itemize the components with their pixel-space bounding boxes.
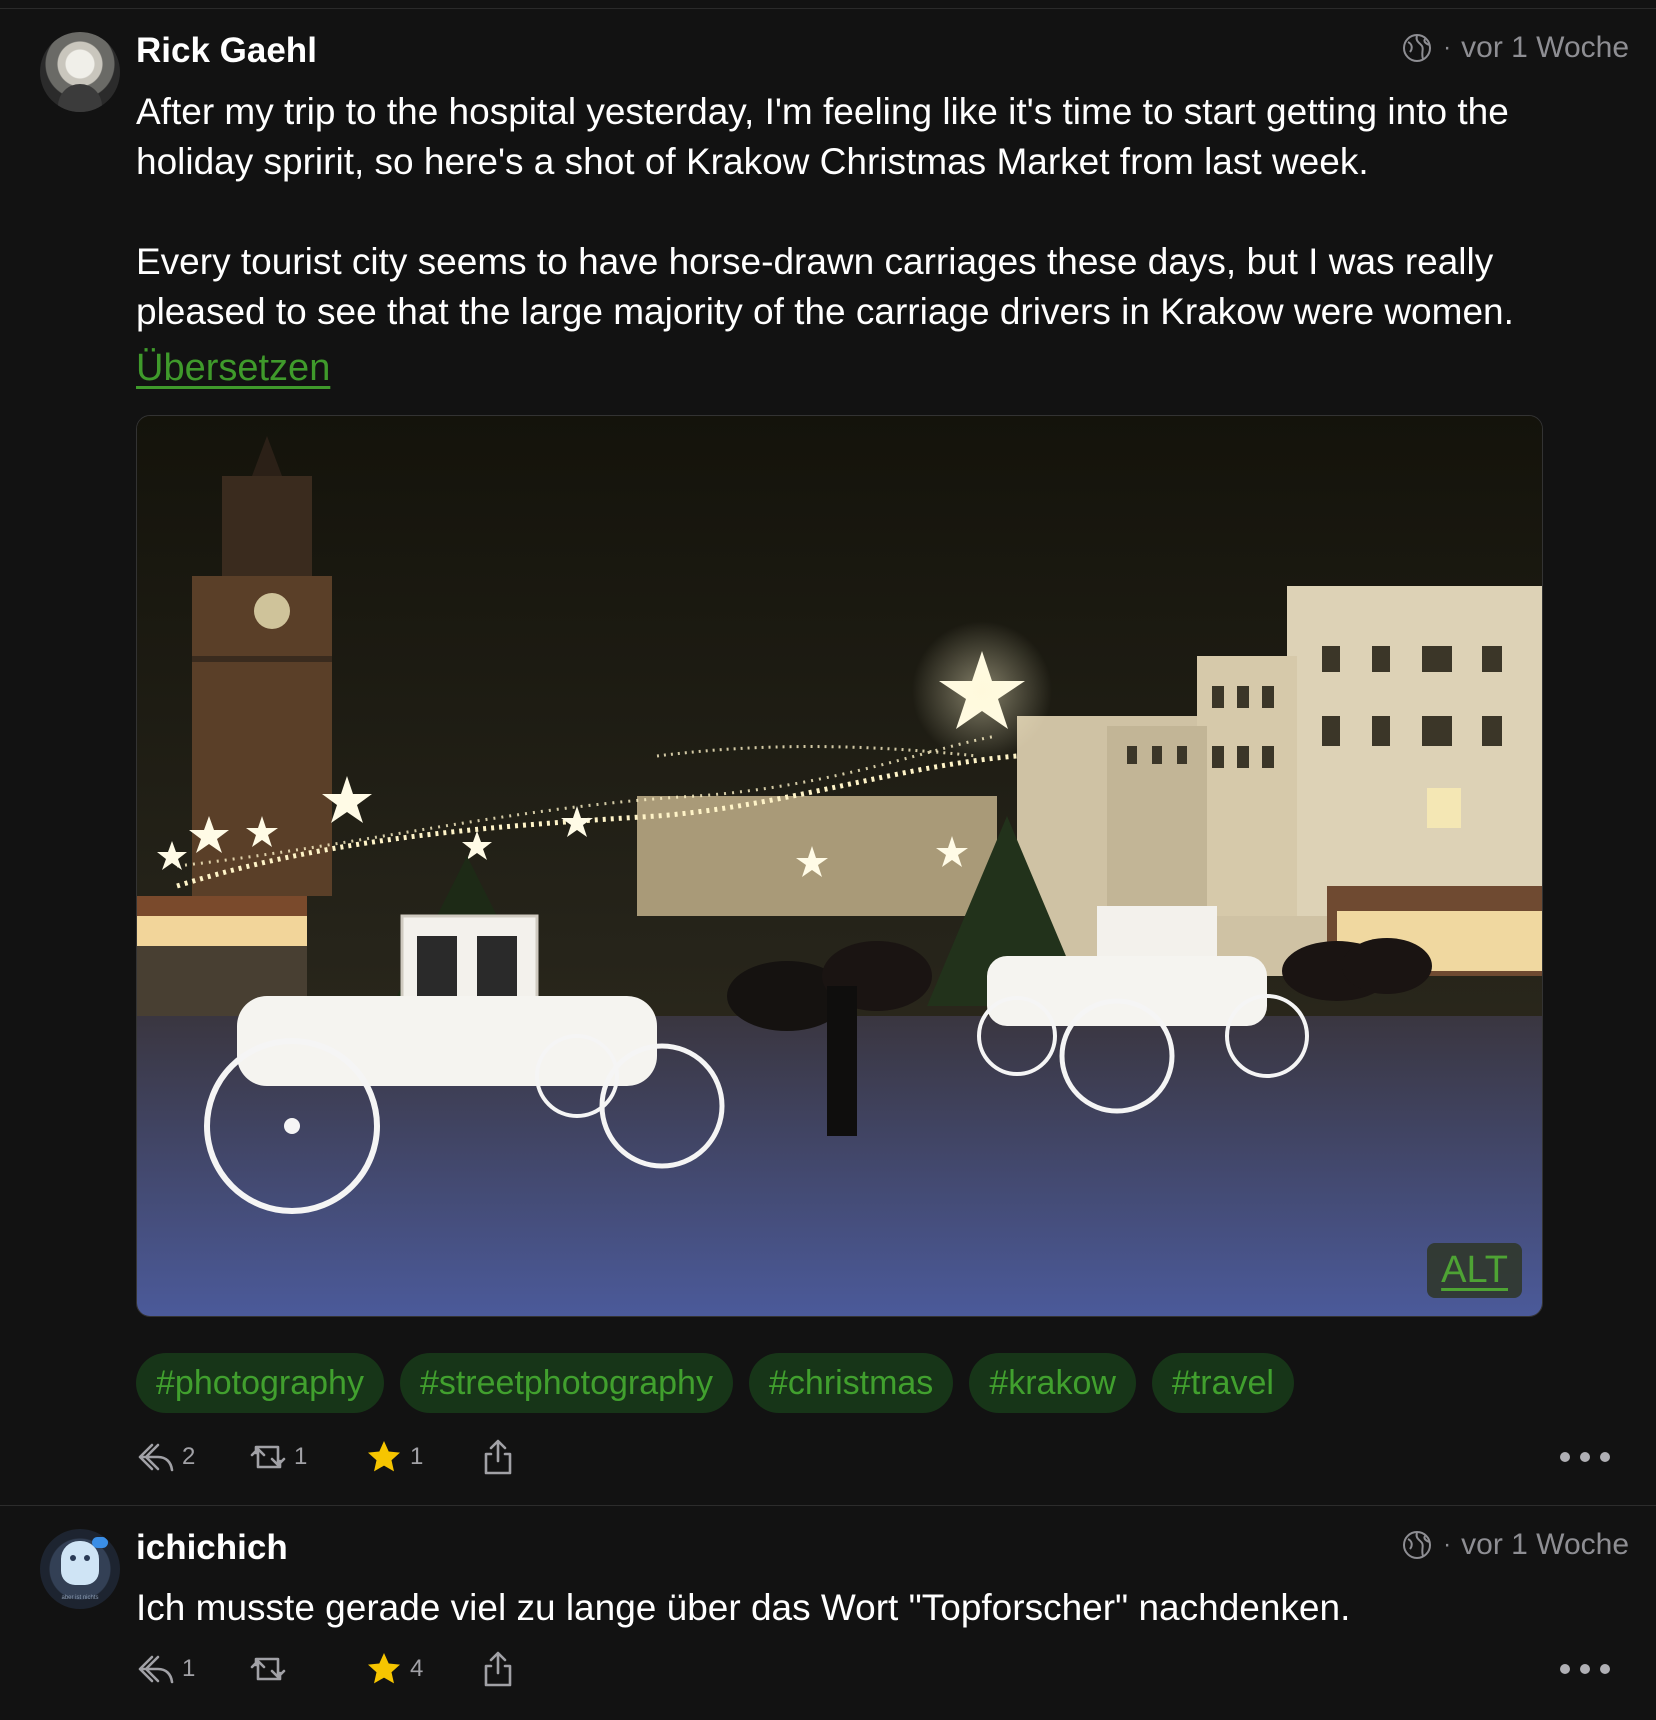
share-icon — [484, 1439, 512, 1475]
translate-link[interactable]: Übersetzen — [136, 347, 330, 390]
status-post[interactable]: aber ist nichts ichichich · vor 1 Woche … — [0, 1505, 1656, 1720]
boost-icon — [250, 1445, 286, 1469]
post-timestamp[interactable]: vor 1 Woche — [1461, 31, 1629, 65]
boost-button[interactable]: 1 — [248, 1432, 307, 1482]
mastodon-mascot-icon — [61, 1541, 99, 1585]
post-content: Ich musste gerade viel zu lange über das… — [136, 1583, 1626, 1633]
hashtag-list: #photography #streetphotography #christm… — [136, 1353, 1294, 1413]
meta-separator: · — [1443, 34, 1452, 61]
more-dot — [1560, 1664, 1570, 1674]
favourite-button[interactable]: 4 — [364, 1644, 423, 1694]
post-paragraph: Ich musste gerade viel zu lange über das… — [136, 1587, 1351, 1628]
share-icon — [484, 1651, 512, 1687]
more-dot — [1560, 1452, 1570, 1462]
christmas-market-photo — [137, 416, 1542, 1316]
top-divider — [0, 0, 1656, 9]
hashtag[interactable]: #photography — [136, 1353, 384, 1413]
post-paragraph: After my trip to the hospital yesterday,… — [136, 91, 1509, 182]
author-name[interactable]: Rick Gaehl — [136, 31, 317, 71]
globe-icon — [1403, 1531, 1432, 1559]
boost-count: 1 — [294, 1443, 308, 1470]
speech-bubble-icon — [92, 1537, 108, 1548]
post-meta: · vor 1 Woche — [1401, 1528, 1629, 1562]
more-dot — [1600, 1664, 1610, 1674]
media-attachment[interactable]: ALT — [136, 415, 1543, 1317]
hashtag[interactable]: #christmas — [748, 1353, 954, 1413]
reply-button[interactable]: 2 — [136, 1432, 195, 1482]
favourite-button[interactable]: 1 — [364, 1432, 423, 1482]
avatar[interactable] — [40, 32, 120, 112]
hashtag[interactable]: #travel — [1151, 1353, 1294, 1413]
hashtag[interactable]: #krakow — [969, 1353, 1136, 1413]
meta-separator: · — [1443, 1531, 1452, 1558]
share-button[interactable] — [478, 1432, 518, 1482]
avatar[interactable]: aber ist nichts — [40, 1529, 120, 1609]
more-dot — [1600, 1452, 1610, 1462]
reply-icon — [138, 1443, 174, 1472]
reply-count: 2 — [182, 1443, 196, 1470]
alt-text-badge[interactable]: ALT — [1427, 1243, 1522, 1298]
reply-icon — [138, 1655, 174, 1684]
author-name[interactable]: ichichich — [136, 1528, 288, 1568]
post-actions: 2 1 1 — [136, 1432, 1626, 1482]
star-icon — [368, 1653, 400, 1684]
reply-count: 1 — [182, 1655, 196, 1682]
post-paragraph: Every tourist city seems to have horse-d… — [136, 241, 1514, 332]
share-button[interactable] — [478, 1644, 518, 1694]
hashtag[interactable]: #streetphotography — [399, 1353, 733, 1413]
post-timestamp[interactable]: vor 1 Woche — [1461, 1528, 1629, 1562]
star-icon — [368, 1441, 400, 1472]
post-content: After my trip to the hospital yesterday,… — [136, 87, 1626, 337]
avatar-caption: aber ist nichts — [61, 1595, 99, 1601]
status-post[interactable]: Rick Gaehl · vor 1 Woche After my trip t… — [0, 9, 1656, 1504]
boost-icon — [250, 1657, 286, 1681]
globe-icon — [1403, 34, 1432, 62]
reply-button[interactable]: 1 — [136, 1644, 195, 1694]
more-options-button[interactable] — [1560, 1432, 1610, 1482]
more-dot — [1580, 1664, 1590, 1674]
post-actions: 1 4 — [136, 1644, 1626, 1694]
post-meta: · vor 1 Woche — [1401, 31, 1629, 65]
more-dot — [1580, 1452, 1590, 1462]
more-options-button[interactable] — [1560, 1644, 1610, 1694]
boost-button[interactable] — [248, 1644, 294, 1694]
favourite-count: 4 — [410, 1655, 424, 1682]
favourite-count: 1 — [410, 1443, 424, 1470]
